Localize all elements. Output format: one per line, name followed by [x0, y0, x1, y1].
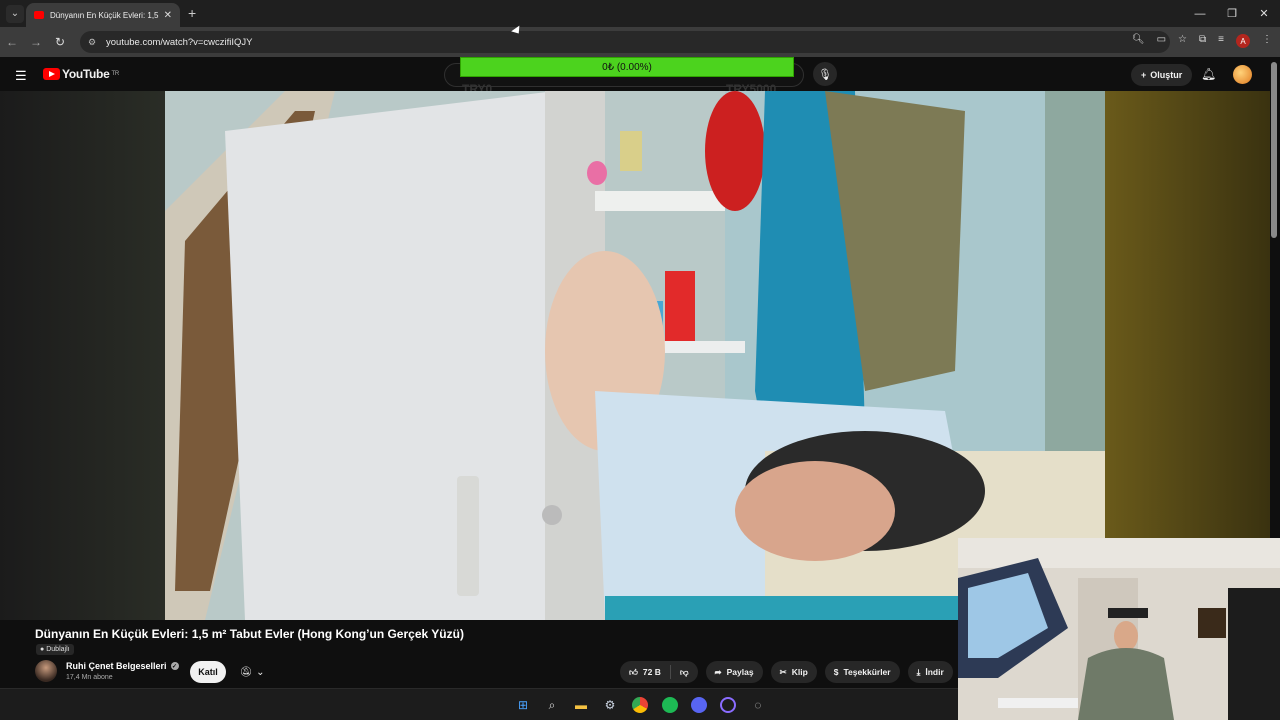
- page-scrollbar[interactable]: [1271, 62, 1277, 238]
- site-info-icon[interactable]: ⚙: [88, 37, 98, 47]
- thumbs-up-icon: 👍︎: [629, 666, 638, 677]
- donation-progress-bar: 0₺ (0.00%): [460, 57, 794, 77]
- url-text: youtube.com/watch?v=cwczifiIQJY: [106, 36, 253, 48]
- thanks-button[interactable]: $ Teşekkürler: [824, 661, 900, 683]
- browser-tab-active[interactable]: Dünyanın En Küçük Evleri: 1,5 m ✕: [26, 3, 180, 27]
- misc-app-icon[interactable]: ◌: [750, 697, 766, 713]
- webcam-scene: [958, 538, 1280, 720]
- cast-icon[interactable]: ▭: [1157, 34, 1166, 48]
- share-button[interactable]: ➦ Paylaş: [705, 661, 763, 683]
- steam-icon[interactable]: ⚙: [602, 697, 618, 713]
- youtube-logo-text: YouTube: [62, 67, 110, 81]
- dislike-button[interactable]: 👎︎: [671, 661, 698, 683]
- voice-search-button[interactable]: 🎙︎: [813, 62, 837, 86]
- download-icon: ⤓: [916, 666, 921, 677]
- chrome-icon[interactable]: [632, 697, 648, 713]
- audio-track-icon: ●: [40, 646, 45, 653]
- bell-off-icon: 🔕︎: [239, 666, 253, 678]
- video-title: Dünyanın En Küçük Evleri: 1,5 m² Tabut E…: [35, 627, 464, 641]
- clip-button[interactable]: ✂ Klip: [770, 661, 817, 683]
- channel-avatar[interactable]: [35, 660, 57, 682]
- minimize-button[interactable]: —: [1184, 0, 1216, 27]
- share-icon: ➦: [714, 666, 722, 677]
- file-explorer-icon[interactable]: ▬: [573, 697, 589, 713]
- extensions-icon[interactable]: ⧉: [1199, 34, 1206, 48]
- windows-start-icon[interactable]: ⊞: [515, 697, 531, 713]
- create-button[interactable]: + Oluştur: [1131, 64, 1193, 86]
- forward-button[interactable]: →: [24, 35, 48, 49]
- spotify-icon[interactable]: [662, 697, 678, 713]
- browser-tab-bar: ⌄ Dünyanın En Küçük Evleri: 1,5 m ✕ + — …: [0, 0, 1280, 27]
- browser-menu-icon[interactable]: ⋮: [1262, 34, 1272, 48]
- plus-icon: +: [1141, 70, 1147, 80]
- menu-hamburger-icon[interactable]: ☰: [15, 68, 27, 84]
- thanks-icon: $: [833, 667, 839, 677]
- join-button[interactable]: Katıl: [190, 661, 226, 683]
- tab-title: Dünyanın En Küçük Evleri: 1,5 m: [50, 10, 160, 20]
- clip-label: Klip: [791, 667, 808, 677]
- create-label: Oluştur: [1150, 70, 1183, 80]
- youtube-favicon-icon: [34, 11, 44, 19]
- tab-close-icon[interactable]: ✕: [164, 10, 172, 21]
- address-bar-actions: 🔍︎ ▭ ☆ ⧉ ≡ A ⋮: [1132, 34, 1272, 48]
- search-icon[interactable]: ⌕: [544, 697, 560, 713]
- back-button[interactable]: ←: [0, 35, 24, 49]
- address-toolbar: ← → ↻ ⚙ youtube.com/watch?v=cwczifiIQJY …: [0, 27, 1280, 57]
- download-label: İndir: [925, 667, 944, 677]
- youtube-logo[interactable]: YouTube TR: [43, 67, 119, 81]
- maximize-button[interactable]: ❐: [1216, 0, 1248, 27]
- ambient-left: [0, 91, 165, 620]
- region-code: TR: [111, 71, 119, 77]
- channel-name[interactable]: Ruhi Çenet Belgeselleri ✓: [66, 661, 179, 671]
- subscriber-count: 17,4 Mn abone: [66, 674, 113, 681]
- like-button[interactable]: 👍︎ 72 B: [620, 661, 670, 683]
- discord-icon[interactable]: [691, 697, 707, 713]
- dubbed-badge: ● Dublajlı: [36, 644, 74, 655]
- user-avatar[interactable]: [1233, 65, 1252, 84]
- like-count: 72 B: [642, 667, 661, 677]
- download-button[interactable]: ⤓ İndir: [907, 661, 953, 683]
- like-dislike-group: 👍︎ 72 B 👎︎: [620, 661, 698, 683]
- verified-icon: ✓: [170, 662, 179, 670]
- reload-button[interactable]: ↻: [48, 35, 72, 49]
- app-icon[interactable]: [720, 697, 736, 713]
- thumbs-down-icon: 👎︎: [679, 666, 689, 677]
- dubbed-label: Dublajlı: [46, 646, 70, 653]
- window-controls: — ❐ ✕: [1184, 0, 1280, 27]
- new-tab-button[interactable]: +: [188, 5, 196, 21]
- close-window-button[interactable]: ✕: [1248, 0, 1280, 27]
- notifications-bell-icon[interactable]: 🔔︎: [1201, 67, 1216, 81]
- profile-avatar[interactable]: A: [1236, 34, 1250, 48]
- zoom-icon[interactable]: 🔍︎: [1132, 34, 1145, 48]
- chevron-down-icon: ⌄: [256, 666, 265, 678]
- youtube-play-icon: [43, 68, 60, 80]
- subscription-bell-button[interactable]: 🔕︎ ⌄: [232, 661, 272, 683]
- scissors-icon: ✂: [779, 666, 787, 677]
- bookmark-star-icon[interactable]: ☆: [1178, 34, 1187, 48]
- reading-list-icon[interactable]: ≡: [1218, 34, 1224, 48]
- thanks-label: Teşekkürler: [843, 667, 891, 677]
- share-label: Paylaş: [726, 667, 754, 677]
- tab-search-button[interactable]: ⌄: [6, 4, 24, 23]
- video-actions: 👍︎ 72 B 👎︎ ➦ Paylaş ✂ Klip $ Teşekkürler ⤓ İn…: [620, 661, 953, 683]
- webcam-overlay: [958, 538, 1280, 720]
- url-bar[interactable]: ⚙ youtube.com/watch?v=cwczifiIQJY: [80, 31, 1170, 53]
- channel-name-text: Ruhi Çenet Belgeselleri: [66, 661, 167, 671]
